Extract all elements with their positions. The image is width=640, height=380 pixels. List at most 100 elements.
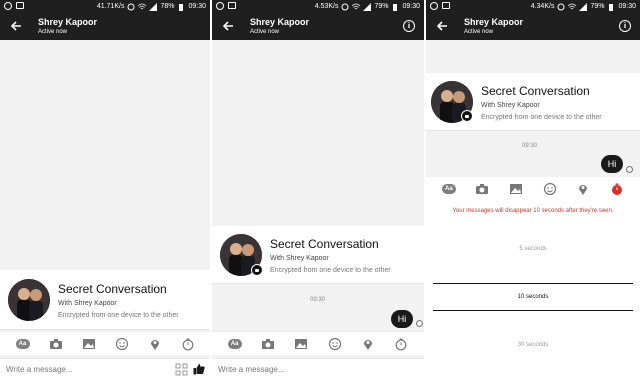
card-title: Secret Conversation xyxy=(58,282,167,296)
sent-message-bubble[interactable]: Hi xyxy=(601,155,623,173)
screen-1: 41.71K/s 78% 09:30 Shrey Kapoor Active n… xyxy=(0,0,210,380)
emoji-icon[interactable] xyxy=(328,337,342,351)
status-notification-icon xyxy=(442,2,450,9)
info-icon[interactable]: i xyxy=(619,20,631,32)
location-icon[interactable] xyxy=(576,182,590,196)
status-ring-icon xyxy=(216,2,224,10)
presence-status: Active now xyxy=(464,29,494,35)
wifi-icon xyxy=(568,3,577,9)
lock-icon xyxy=(461,110,473,122)
gallery-icon[interactable] xyxy=(509,182,523,196)
status-notification-icon xyxy=(16,2,24,9)
contact-name: Shrey Kapoor xyxy=(250,17,310,27)
info-icon[interactable]: i xyxy=(403,20,415,32)
card-title: Secret Conversation xyxy=(481,84,590,98)
timer-option[interactable]: 5 seconds xyxy=(426,246,640,252)
clock: 09:30 xyxy=(188,3,206,10)
battery-level: 79% xyxy=(590,3,605,10)
composer-toolbar: Aa xyxy=(0,331,210,355)
message-timestamp: 09:30 xyxy=(310,297,326,303)
screen-2: 4.53K/s 79% 09:30 Shrey Kapoor Active no… xyxy=(212,0,424,380)
contact-name: Shrey Kapoor xyxy=(464,17,524,27)
network-speed: 4.53K/s xyxy=(314,3,339,10)
camera-icon[interactable] xyxy=(475,182,489,196)
battery-level: 79% xyxy=(374,3,389,10)
signal-icon xyxy=(149,2,158,11)
alarm-icon xyxy=(557,3,565,10)
timer-option-selected[interactable]: 10 seconds xyxy=(426,294,640,300)
battery-icon xyxy=(609,3,614,11)
network-speed: 4.34K/s xyxy=(530,3,555,10)
battery-icon xyxy=(179,3,184,11)
presence-status: Active now xyxy=(38,29,68,35)
emoji-icon[interactable] xyxy=(543,182,557,196)
status-notification-icon xyxy=(228,2,236,9)
card-subtitle: With Shrey Kapoor xyxy=(270,255,329,262)
timer-warning: Your messages will disappear 10 seconds … xyxy=(452,208,614,214)
status-ring-icon xyxy=(430,2,438,10)
alarm-icon xyxy=(341,3,349,10)
location-icon[interactable] xyxy=(361,337,375,351)
signal-icon xyxy=(579,2,588,11)
location-icon[interactable] xyxy=(148,337,162,351)
app-bar: Shrey Kapoor Active now i xyxy=(212,13,424,40)
message-timestamp: 09:30 xyxy=(522,143,538,149)
battery-level: 78% xyxy=(160,3,175,10)
app-bar: Shrey Kapoor Active now xyxy=(0,13,210,40)
status-bar: 41.71K/s 78% 09:30 xyxy=(0,0,210,13)
status-ring-icon xyxy=(4,2,12,10)
message-composer xyxy=(0,358,210,380)
sent-indicator-icon xyxy=(626,166,633,173)
card-subtitle: With Shrey Kapoor xyxy=(58,300,117,307)
sent-message-bubble[interactable]: Hi xyxy=(391,310,413,328)
alarm-icon xyxy=(127,3,135,10)
signal-icon xyxy=(363,2,372,11)
timer-icon[interactable] xyxy=(394,337,408,351)
text-style-button[interactable]: Aa xyxy=(227,338,242,349)
timer-option[interactable]: 30 seconds xyxy=(426,342,640,348)
contact-name: Shrey Kapoor xyxy=(38,17,98,27)
sent-indicator-icon xyxy=(416,320,423,327)
secret-conversation-card: Secret Conversation With Shrey Kapoor En… xyxy=(426,73,640,131)
wifi-icon xyxy=(138,3,147,9)
message-composer xyxy=(212,358,424,380)
message-input[interactable] xyxy=(218,365,338,374)
gallery-icon[interactable] xyxy=(82,337,96,351)
card-description: Encrypted from one device to the other xyxy=(481,114,602,121)
thumbs-up-icon[interactable] xyxy=(193,363,205,375)
text-style-button[interactable]: Aa xyxy=(441,184,456,194)
secret-conversation-card: Secret Conversation With Shrey Kapoor En… xyxy=(212,226,424,284)
picker-divider xyxy=(433,283,633,284)
timer-active-icon[interactable] xyxy=(610,182,624,196)
avatar xyxy=(8,279,50,321)
secret-conversation-card: Secret Conversation With Shrey Kapoor En… xyxy=(0,270,210,330)
picker-divider xyxy=(433,310,633,311)
gallery-icon[interactable] xyxy=(294,337,308,351)
camera-icon[interactable] xyxy=(49,337,63,351)
back-arrow-icon[interactable] xyxy=(10,20,22,32)
qr-code-icon[interactable] xyxy=(175,363,188,376)
timer-icon[interactable] xyxy=(181,337,195,351)
card-subtitle: With Shrey Kapoor xyxy=(481,102,540,109)
screen-3: 4.34K/s 79% 09:30 Shrey Kapoor Active no… xyxy=(426,0,640,380)
app-bar: Shrey Kapoor Active now i xyxy=(426,13,640,40)
lock-icon xyxy=(251,264,263,276)
composer-toolbar: Aa xyxy=(426,177,640,201)
wifi-icon xyxy=(352,3,361,9)
composer-toolbar: Aa xyxy=(212,331,424,355)
card-description: Encrypted from one device to the other xyxy=(58,312,179,319)
back-arrow-icon[interactable] xyxy=(436,20,448,32)
clock: 09:30 xyxy=(402,3,420,10)
back-arrow-icon[interactable] xyxy=(222,20,234,32)
network-speed: 41.71K/s xyxy=(96,3,125,10)
card-description: Encrypted from one device to the other xyxy=(270,267,391,274)
status-bar: 4.34K/s 79% 09:30 xyxy=(426,0,640,13)
presence-status: Active now xyxy=(250,29,280,35)
text-style-button[interactable]: Aa xyxy=(15,338,30,349)
camera-icon[interactable] xyxy=(261,337,275,351)
status-bar: 4.53K/s 79% 09:30 xyxy=(212,0,424,13)
emoji-icon[interactable] xyxy=(115,337,129,351)
battery-icon xyxy=(393,3,398,11)
message-input[interactable] xyxy=(6,365,126,374)
card-title: Secret Conversation xyxy=(270,237,379,251)
